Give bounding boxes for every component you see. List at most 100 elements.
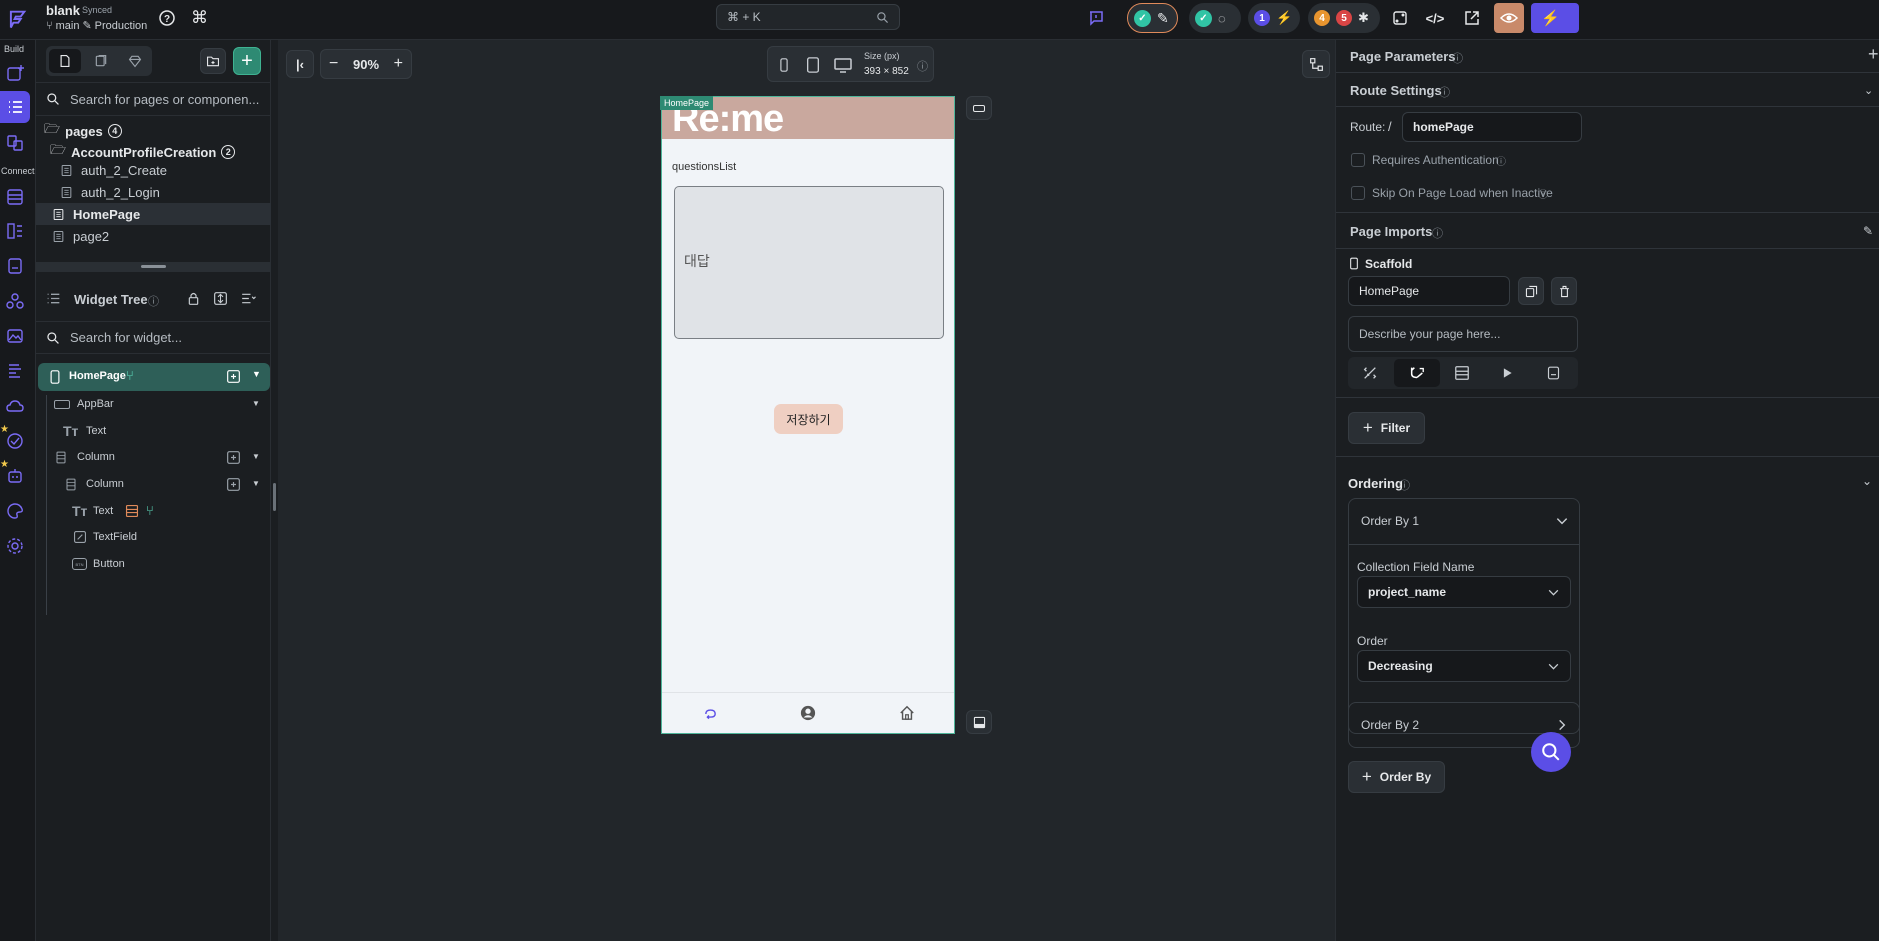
media-assets-icon[interactable] (6, 327, 24, 345)
collection-field-dropdown[interactable]: project_name (1357, 576, 1571, 608)
page-item-auth-create[interactable]: auth_2_Create (60, 163, 167, 178)
new-folder-icon[interactable] (200, 48, 226, 74)
feedback-icon[interactable] (1087, 9, 1105, 27)
add-page-icon[interactable] (6, 64, 24, 82)
page-imports-title[interactable]: Page Imports (1350, 224, 1432, 239)
edit-pencil-icon[interactable]: ✎ (1863, 224, 1873, 238)
bottom-nav-toggle-icon[interactable] (966, 710, 992, 734)
widget-tree-nav-icon[interactable] (0, 91, 30, 123)
tab-pages-icon[interactable] (49, 49, 81, 73)
tree-node-column-1[interactable]: Column ▼ (54, 450, 264, 470)
chevron-down-icon[interactable]: ⌄ (1862, 474, 1872, 488)
components-icon[interactable] (6, 134, 24, 152)
page-name-input[interactable]: HomePage (1348, 276, 1510, 306)
run-lightning-button[interactable]: ⚡ (1531, 3, 1579, 33)
integrations-icon[interactable] (6, 292, 24, 310)
tree-node-column-2[interactable]: Column ▼ (64, 477, 264, 497)
profile-icon[interactable] (800, 705, 816, 721)
cloud-functions-icon[interactable] (6, 397, 24, 415)
tree-node-homepage[interactable]: HomePage ⑂ ▼ (38, 363, 270, 391)
tab-backend-query-icon[interactable] (1454, 365, 1470, 381)
appbar-toggle-icon[interactable] (966, 96, 992, 120)
open-external-icon[interactable] (1459, 5, 1485, 31)
delete-icon[interactable] (1551, 277, 1577, 305)
diagram-view-icon[interactable] (1302, 50, 1330, 78)
project-name[interactable]: blank (46, 3, 80, 18)
page-description-field[interactable] (1359, 327, 1567, 341)
command-search-input[interactable] (727, 10, 867, 24)
info-icon[interactable]: ⓘ (148, 293, 159, 309)
pages-folder[interactable]: 🗁 pages 4 (44, 120, 122, 142)
info-icon[interactable]: ⓘ (1432, 225, 1443, 241)
zoom-in-button[interactable]: + (394, 55, 403, 73)
ai-agent-status[interactable]: ✓ ✎ (1127, 3, 1178, 33)
add-widget-icon[interactable] (226, 450, 241, 465)
desktop-device-icon[interactable] (834, 56, 852, 74)
replay-icon[interactable] (702, 707, 719, 721)
route-settings-title[interactable]: Route Settings (1350, 83, 1442, 98)
tree-node-text-1[interactable]: Tт Text (63, 423, 263, 443)
collapse-left-panel-icon[interactable]: |‹ (286, 50, 314, 78)
info-icon[interactable]: ⓘ (1399, 477, 1410, 493)
page-parameters-title[interactable]: Page Parameters (1350, 49, 1456, 64)
warnings-indicator[interactable]: 1 ⚡ (1248, 3, 1300, 33)
storage-icon[interactable] (6, 257, 24, 275)
branch-selector[interactable]: ⑂ main ✎ Production (46, 19, 147, 33)
tab-actions-icon[interactable] (1394, 359, 1440, 387)
folder-account-profile-creation[interactable]: 🗁 AccountProfileCreation 2 (50, 141, 236, 163)
firestore-icon[interactable] (6, 188, 24, 206)
errors-indicator[interactable]: 4 5 ✱ (1308, 3, 1380, 33)
lock-icon[interactable] (186, 291, 201, 306)
caret-down-icon[interactable]: ▼ (252, 452, 260, 461)
page-search-input[interactable] (70, 91, 260, 107)
tree-node-textfield[interactable]: TextField (72, 530, 262, 550)
caret-down-icon[interactable]: ▼ (252, 369, 261, 379)
command-icon[interactable]: ⌘ (191, 8, 208, 28)
order-direction-dropdown[interactable]: Decreasing (1357, 650, 1571, 682)
copy-icon[interactable] (1518, 277, 1544, 305)
caret-down-icon[interactable]: ▼ (252, 399, 260, 408)
floating-search-button[interactable] (1531, 732, 1571, 772)
panel-resize-handle[interactable] (36, 262, 271, 272)
widget-search-input[interactable] (70, 330, 260, 345)
page-item-page2[interactable]: page2 (52, 229, 109, 244)
chevron-down-icon[interactable]: ⌄ (1864, 84, 1873, 97)
page-description-input[interactable] (1348, 316, 1578, 352)
info-icon[interactable]: ⓘ (1439, 84, 1450, 100)
tab-page-state-icon[interactable] (1546, 365, 1561, 381)
route-input[interactable]: homePage (1402, 112, 1582, 142)
testing-icon[interactable] (6, 432, 24, 450)
expand-collapse-icon[interactable] (213, 291, 228, 306)
widget-search[interactable] (36, 321, 271, 354)
tab-animations-play-icon[interactable] (1500, 366, 1514, 380)
tablet-device-icon[interactable] (805, 56, 821, 74)
left-panel-scrollbar-thumb[interactable] (273, 483, 276, 511)
answer-textfield[interactable]: 대답 (674, 186, 944, 339)
schema-icon[interactable] (6, 222, 24, 240)
app-values-icon[interactable] (6, 362, 24, 380)
add-page-button[interactable]: + (233, 47, 261, 75)
skip-on-load-checkbox[interactable] (1351, 186, 1365, 200)
preview-eye-icon[interactable] (1494, 3, 1524, 33)
code-icon[interactable]: </> (1422, 5, 1448, 31)
info-icon[interactable]: ⓘ (917, 58, 928, 74)
tree-node-appbar[interactable]: AppBar ▼ (54, 397, 264, 417)
add-widget-icon[interactable] (226, 369, 241, 384)
command-search[interactable] (716, 4, 900, 30)
filter-options-icon[interactable] (240, 291, 256, 306)
info-icon[interactable]: ⓘ (1452, 50, 1463, 66)
caret-down-icon[interactable]: ▼ (252, 479, 260, 488)
tab-properties-icon[interactable] (1362, 365, 1378, 381)
flutterflow-logo-icon[interactable] (6, 8, 28, 30)
questions-list-text[interactable]: questionsList (672, 161, 736, 173)
page-search[interactable] (36, 82, 271, 116)
phone-device-icon[interactable] (777, 57, 791, 73)
tab-components-icon[interactable] (86, 49, 116, 73)
git-compare-icon[interactable] (1387, 5, 1413, 31)
page-item-auth-login[interactable]: auth_2_Login (60, 185, 160, 200)
help-icon[interactable]: ? (158, 9, 176, 27)
theme-settings-icon[interactable] (6, 502, 24, 520)
info-icon[interactable]: ⓘ (1496, 153, 1506, 168)
tree-node-button[interactable]: BTN Button (72, 557, 262, 577)
add-order-by-button[interactable]: + Order By (1348, 761, 1445, 793)
